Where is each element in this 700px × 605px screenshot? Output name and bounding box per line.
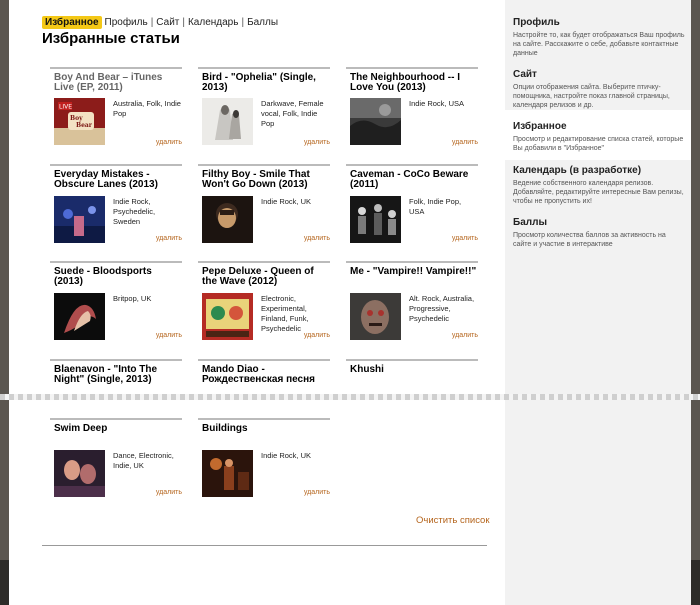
remove-link[interactable]: удалить: [156, 235, 182, 242]
nav-separator: |: [150, 17, 154, 28]
favorite-card: Bird - "Ophelia" (Single, 2013) Darkwave…: [198, 67, 330, 157]
sidebar-item-description: Опции отображения сайта. Выберите птичку…: [513, 84, 670, 109]
album-cover-image[interactable]: [202, 98, 253, 145]
favorite-card: Khushi: [346, 359, 478, 393]
svg-text:Boy: Boy: [70, 115, 83, 122]
favorite-card: Me - "Vampire!! Vampire!!" Alt. Rock, Au…: [346, 261, 478, 351]
remove-link[interactable]: удалить: [156, 332, 182, 339]
card-tags: Indie Rock, USA: [409, 99, 465, 108]
card-title[interactable]: Filthy Boy - Smile That Won't Go Down (2…: [198, 166, 330, 190]
tab-favorites[interactable]: Избранное: [42, 16, 102, 29]
card-title[interactable]: Swim Deep: [50, 420, 182, 434]
sidebar-item-title[interactable]: Избранное: [513, 121, 685, 132]
remove-link[interactable]: удалить: [452, 332, 478, 339]
profile-nav: Избранное Профиль | Сайт | Календарь | Б…: [42, 16, 278, 29]
favorite-card: Buildings Indie Rock, UK удалить: [198, 418, 330, 508]
remove-link[interactable]: удалить: [156, 139, 182, 146]
tab-site[interactable]: Сайт: [156, 17, 179, 28]
clear-list-link[interactable]: Очистить список: [416, 515, 490, 526]
tab-profile[interactable]: Профиль: [105, 17, 148, 28]
card-title[interactable]: Everyday Mistakes - Obscure Lanes (2013): [50, 166, 182, 190]
sidebar-item-favorites[interactable]: Избранное Просмотр и редактирование спис…: [513, 121, 685, 153]
album-cover-image[interactable]: [202, 196, 253, 243]
album-cover-image[interactable]: [350, 196, 401, 243]
favorite-card: Suede - Bloodsports (2013) Britpop, UK у…: [50, 261, 182, 351]
card-title[interactable]: Khushi: [346, 361, 478, 375]
remove-link[interactable]: удалить: [156, 489, 182, 496]
card-title[interactable]: Bird - "Ophelia" (Single, 2013): [198, 69, 330, 93]
sidebar-item-description: Ведение собственного календаря релизов. …: [513, 180, 684, 205]
sidebar-item-title[interactable]: Сайт: [513, 69, 685, 80]
browser-frame-left: [0, 0, 9, 605]
sidebar-item-calendar[interactable]: Календарь (в разработке) Ведение собстве…: [513, 165, 685, 206]
remove-link[interactable]: удалить: [304, 489, 330, 496]
card-tags: Dance, Electronic, Indie, UK: [113, 451, 174, 470]
page-tear-separator: [0, 394, 700, 400]
content-divider: [42, 545, 487, 546]
favorite-card: Boy And Bear – iTunes Live (EP, 2011) LI…: [50, 67, 182, 157]
tab-calendar[interactable]: Календарь: [188, 17, 238, 28]
card-title[interactable]: Blaenavon - "Into The Night" (Single, 20…: [50, 361, 182, 385]
sidebar-item-description: Просмотр и редактирование списка статей,…: [513, 136, 684, 152]
card-tags: Indie Rock, Psychedelic, Sweden: [113, 197, 156, 226]
favorite-card: Mando Diao - Рождественская песня: [198, 359, 330, 393]
card-tags: Indie Rock, UK: [261, 197, 312, 206]
album-cover-image[interactable]: [54, 450, 105, 497]
album-cover-image[interactable]: LIVE Boy Bear: [54, 98, 105, 145]
card-title[interactable]: Me - "Vampire!! Vampire!!": [346, 263, 478, 277]
album-cover-image[interactable]: [350, 293, 401, 340]
remove-link[interactable]: удалить: [304, 235, 330, 242]
favorite-card: Everyday Mistakes - Obscure Lanes (2013)…: [50, 164, 182, 254]
sidebar-item-title[interactable]: Календарь (в разработке): [513, 165, 685, 176]
remove-link[interactable]: удалить: [304, 139, 330, 146]
remove-link[interactable]: удалить: [304, 332, 330, 339]
favorite-card: Swim Deep Dance, Electronic, Indie, UK у…: [50, 418, 182, 508]
card-title[interactable]: Boy And Bear – iTunes Live (EP, 2011): [50, 69, 182, 93]
card-title[interactable]: Pepe Deluxe - Queen of the Wave (2012): [198, 263, 330, 287]
remove-link[interactable]: удалить: [452, 235, 478, 242]
card-tags: Folk, Indie Pop, USA: [409, 197, 462, 216]
nav-separator: |: [241, 17, 245, 28]
favorite-card: Pepe Deluxe - Queen of the Wave (2012) E…: [198, 261, 330, 351]
card-tags: Indie Rock, UK: [261, 451, 312, 460]
sidebar-item-description: Просмотр количества баллов за активность…: [513, 232, 666, 248]
card-title[interactable]: Mando Diao - Рождественская песня: [198, 361, 330, 385]
sidebar-item-profile[interactable]: Профиль Настройте то, как будет отобража…: [513, 17, 685, 58]
sidebar-item-description: Настройте то, как будет отображаться Ваш…: [513, 32, 685, 57]
album-cover-image[interactable]: [202, 450, 253, 497]
album-cover-image[interactable]: [54, 293, 105, 340]
svg-text:Bear: Bear: [76, 122, 93, 129]
album-cover-image[interactable]: [202, 293, 253, 340]
nav-separator: |: [182, 17, 185, 28]
card-tags: Britpop, UK: [113, 294, 152, 303]
album-cover-image[interactable]: [54, 196, 105, 243]
svg-text:LIVE: LIVE: [59, 104, 72, 111]
page-title: Избранные статьи: [42, 30, 180, 47]
card-tags: Australia, Folk, Indie Pop: [113, 99, 181, 118]
favorite-card: Blaenavon - "Into The Night" (Single, 20…: [50, 359, 182, 393]
card-title[interactable]: Suede - Bloodsports (2013): [50, 263, 182, 287]
card-title[interactable]: Buildings: [198, 420, 330, 434]
card-tags: Darkwave, Female vocal, Folk, Indie Pop: [261, 99, 324, 128]
tab-points[interactable]: Баллы: [247, 17, 278, 28]
favorite-card: The Neighbourhood -- I Love You (2013) I…: [346, 67, 478, 157]
browser-frame-right: [691, 0, 700, 605]
card-tags: Electronic, Experimental, Finland, Funk,…: [261, 294, 309, 333]
card-tags: Alt. Rock, Australia, Progressive, Psych…: [409, 294, 475, 323]
card-title[interactable]: The Neighbourhood -- I Love You (2013): [346, 69, 478, 93]
card-title[interactable]: Caveman - CoCo Beware (2011): [346, 166, 478, 190]
remove-link[interactable]: удалить: [452, 139, 478, 146]
sidebar-item-title[interactable]: Баллы: [513, 217, 685, 228]
favorite-card: Filthy Boy - Smile That Won't Go Down (2…: [198, 164, 330, 254]
album-cover-image[interactable]: [350, 98, 401, 145]
sidebar-item-title[interactable]: Профиль: [513, 17, 685, 28]
sidebar-item-site[interactable]: Сайт Опции отображения сайта. Выберите п…: [513, 69, 685, 110]
sidebar-item-points[interactable]: Баллы Просмотр количества баллов за акти…: [513, 217, 685, 249]
favorite-card: Caveman - CoCo Beware (2011) Folk, Indie…: [346, 164, 478, 254]
